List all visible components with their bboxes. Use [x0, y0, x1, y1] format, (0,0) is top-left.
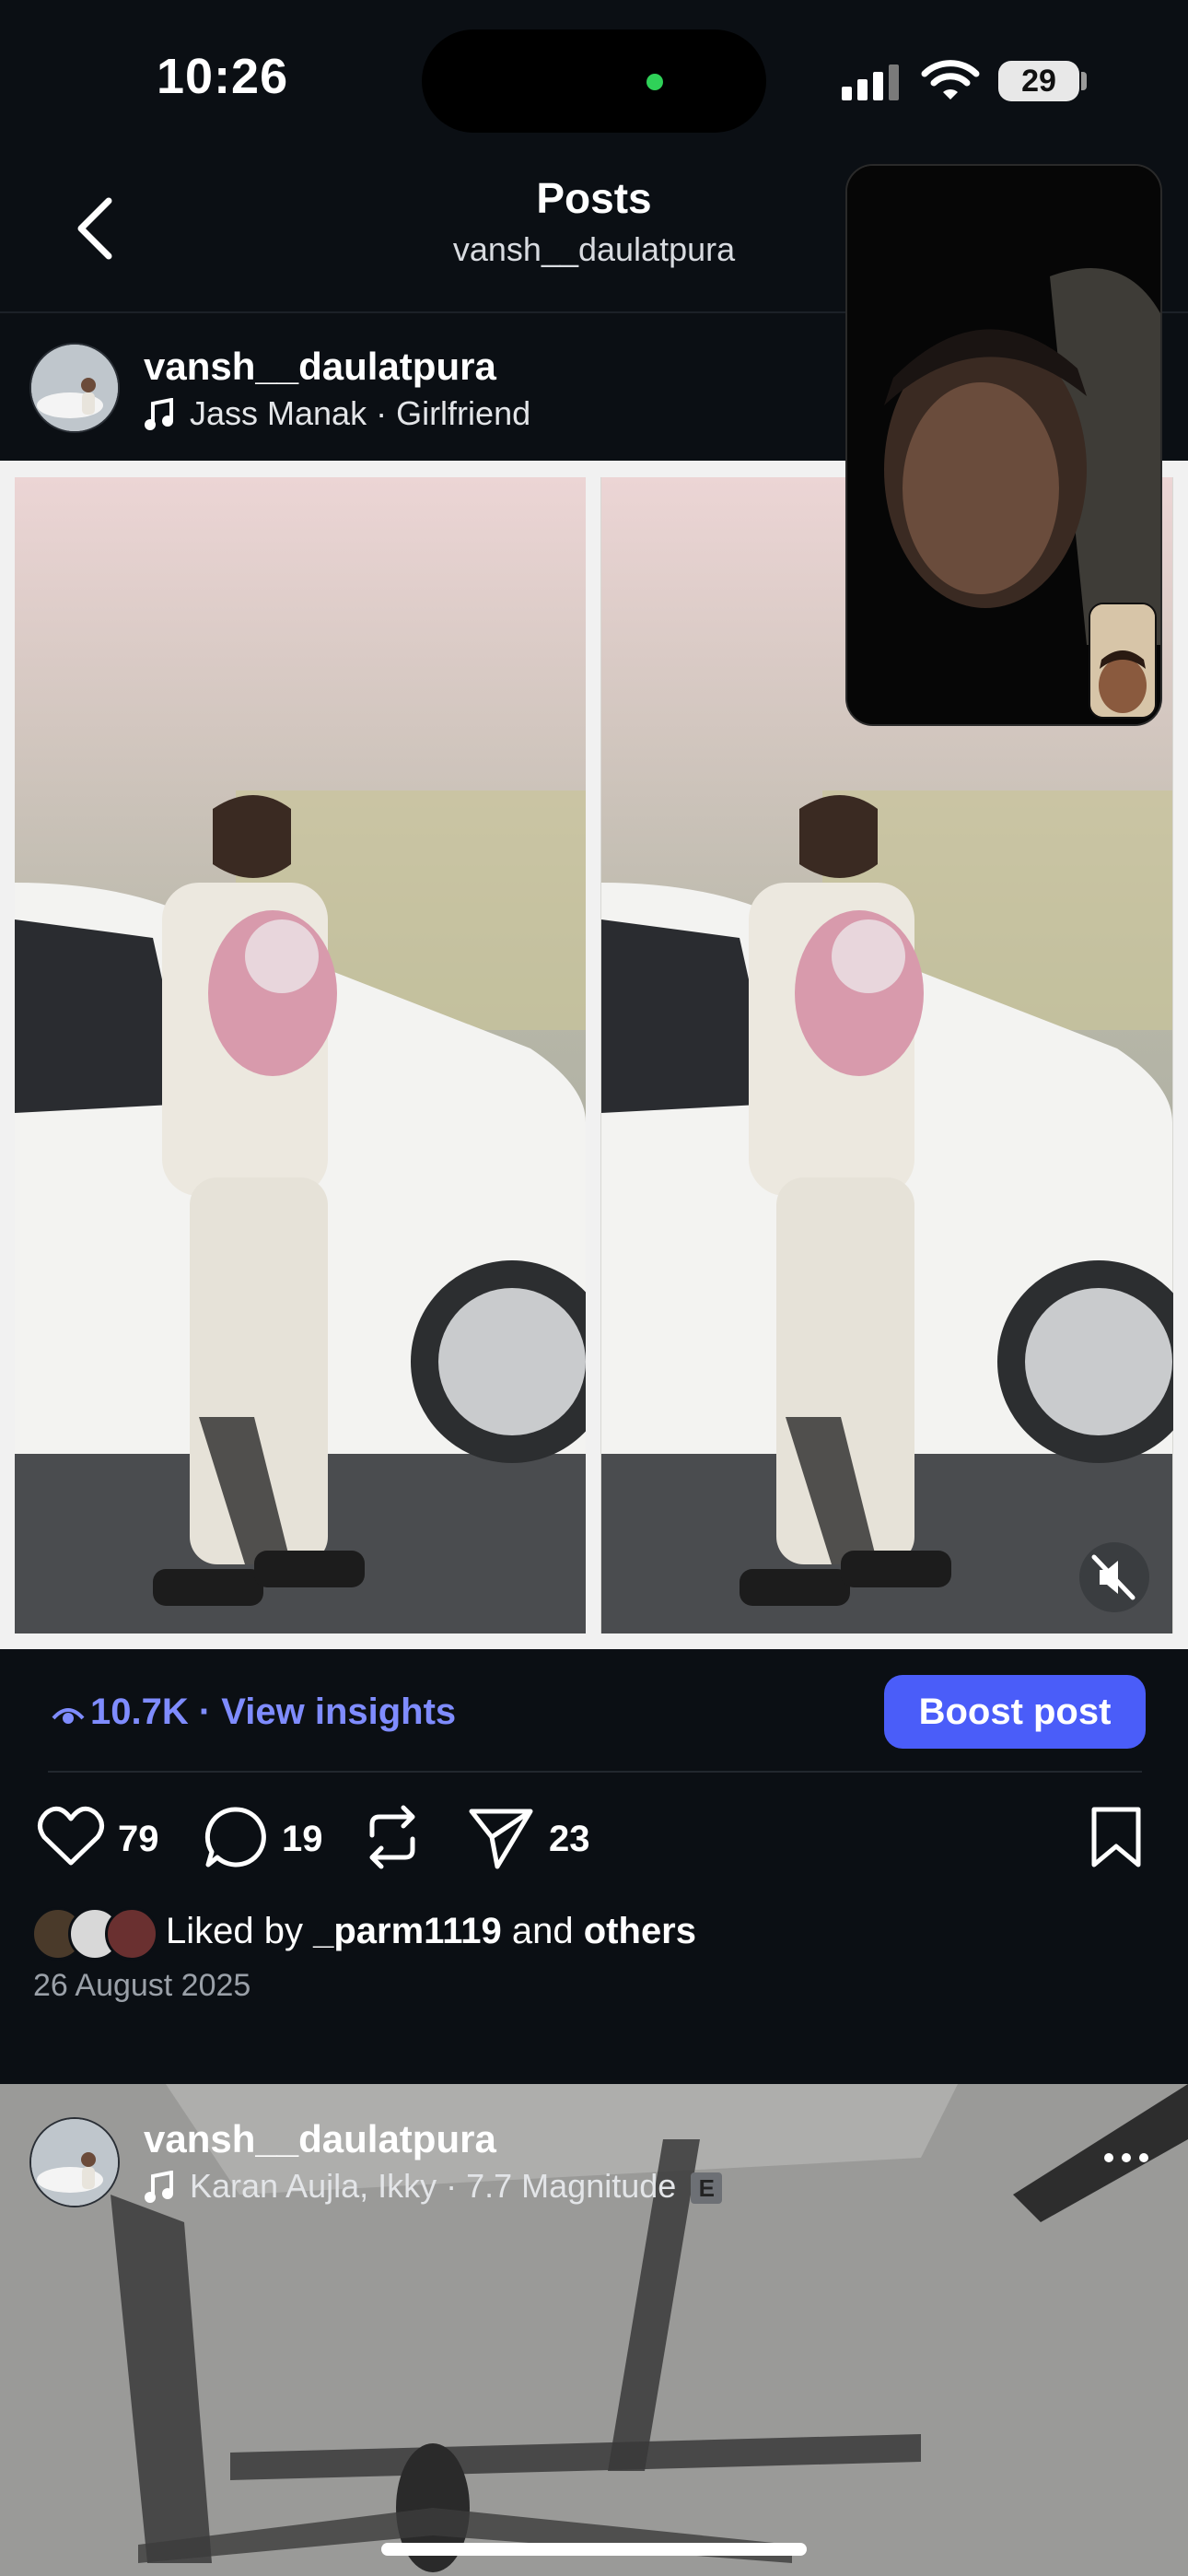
- mute-button[interactable]: [1079, 1542, 1149, 1612]
- post-photo-left[interactable]: [15, 477, 586, 1633]
- bookmark-icon[interactable]: [1089, 1806, 1144, 1870]
- liked-by-prefix: Liked by: [166, 1911, 303, 1951]
- battery-indicator: 29: [998, 61, 1079, 101]
- liked-by-avatars[interactable]: [31, 1905, 160, 1961]
- insights-divider: [48, 1771, 1142, 1773]
- shares-count[interactable]: 23: [549, 1819, 590, 1860]
- views-eye-icon: [52, 1708, 85, 1725]
- boost-post-button[interactable]: Boost post: [884, 1675, 1146, 1749]
- liker-avatar: [105, 1907, 158, 1961]
- post2-username[interactable]: vansh__daulatpura: [144, 2117, 496, 2161]
- repost-icon[interactable]: [361, 1804, 424, 1870]
- insights-link[interactable]: 10.7K · View insights: [52, 1692, 456, 1733]
- wifi-icon: [921, 60, 980, 100]
- comments-count[interactable]: 19: [282, 1819, 323, 1860]
- post2-song-label: Karan Aujla, Ikky · 7.7 Magnitude: [190, 2167, 677, 2205]
- avatar-photo: [31, 345, 118, 431]
- self-view-thumbnail[interactable]: [1089, 603, 1157, 719]
- music-note-icon: [145, 398, 173, 430]
- music-note-icon: [145, 2171, 173, 2203]
- post-date: 26 August 2025: [33, 1968, 251, 2003]
- explicit-badge: E: [691, 2172, 723, 2205]
- post-username[interactable]: vansh__daulatpura: [144, 345, 496, 389]
- battery-nub: [1081, 72, 1087, 90]
- avatar[interactable]: [29, 343, 120, 433]
- more-options-icon[interactable]: [1101, 2149, 1151, 2167]
- home-indicator[interactable]: [381, 2543, 807, 2556]
- view-insights-label: View insights: [221, 1692, 457, 1732]
- dynamic-island: [422, 29, 766, 133]
- post2-song[interactable]: Karan Aujla, Ikky · 7.7 Magnitude E: [190, 2167, 723, 2206]
- likes-count[interactable]: 79: [118, 1819, 159, 1860]
- views-count: 10.7K: [90, 1692, 189, 1732]
- liked-by-text[interactable]: Liked by _parm1119 and others: [166, 1911, 696, 1952]
- share-send-icon[interactable]: [468, 1804, 534, 1870]
- self-view-video: [1090, 604, 1155, 717]
- speaker-muted-icon: [1091, 1554, 1136, 1600]
- camera-indicator-dot: [646, 74, 663, 90]
- post-song[interactable]: Jass Manak · Girlfriend: [190, 394, 530, 433]
- liked-by-user[interactable]: _parm1119: [313, 1911, 502, 1951]
- cellular-signal-icon: [842, 64, 899, 100]
- comment-icon[interactable]: [203, 1804, 269, 1870]
- liked-by-and: and: [511, 1911, 574, 1951]
- status-time: 10:26: [157, 49, 289, 104]
- avatar-photo: [31, 2119, 118, 2206]
- avatar[interactable]: [29, 2117, 120, 2207]
- liked-by-others[interactable]: others: [584, 1911, 696, 1951]
- heart-icon[interactable]: [37, 1804, 105, 1868]
